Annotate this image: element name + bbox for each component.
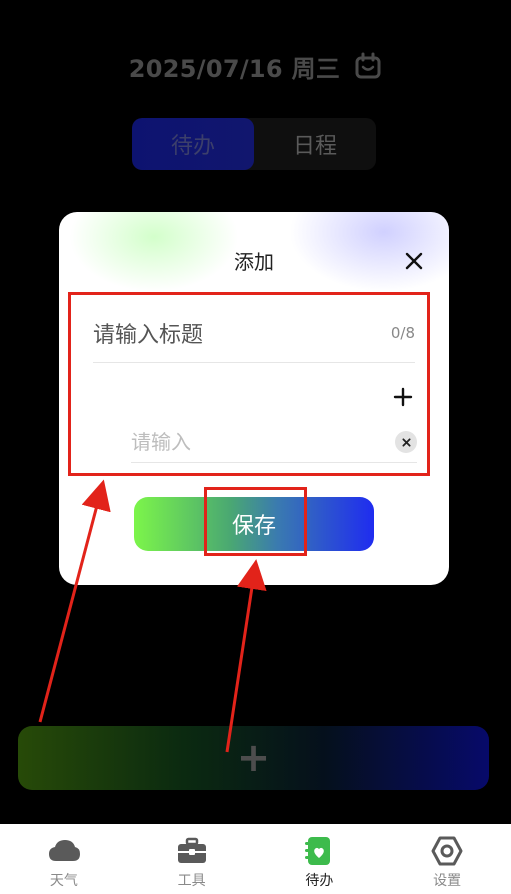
cloud-icon [48,840,80,861]
title-field-row: 0/8 [93,316,415,363]
date-header: 2025/07/16 周三 [0,44,511,88]
settings-icon [431,836,463,866]
clear-button[interactable] [395,431,417,453]
tab-schedule[interactable]: 日程 [254,118,376,170]
tab-todo-nav[interactable]: 待办 [256,824,384,894]
dialog-title: 添加 [234,250,274,274]
char-counter: 0/8 [390,324,415,342]
tab-weather[interactable]: 天气 [0,824,128,894]
segment-control: 待办 日程 [132,118,376,170]
todo-icon [305,837,331,865]
bottom-tab-bar: 天气 工具 待办 设置 [0,824,511,894]
close-button[interactable] [401,248,427,274]
tab-settings[interactable]: 设置 [383,824,511,894]
add-item-button[interactable] [391,385,415,409]
date-text: 2025/07/16 周三 [128,54,341,83]
clear-icon [401,437,411,447]
add-todo-bar[interactable]: + [18,726,489,790]
tab-label: 工具 [177,873,206,889]
tab-label: 待办 [305,873,334,889]
plus-icon: + [236,735,271,781]
toolbox-icon [177,837,206,863]
save-button[interactable]: 保存 [134,497,374,551]
item-input[interactable] [131,426,371,458]
close-icon [405,252,423,270]
item-field-row [131,426,417,463]
tab-todo[interactable]: 待办 [132,118,254,170]
add-dialog: 添加 0/8 保存 [59,212,449,585]
tab-label: 设置 [433,873,462,889]
tab-label: 天气 [49,873,78,889]
calendar-icon[interactable] [354,52,382,80]
tab-tools[interactable]: 工具 [128,824,256,894]
title-input[interactable] [93,316,373,354]
plus-icon [393,387,413,407]
